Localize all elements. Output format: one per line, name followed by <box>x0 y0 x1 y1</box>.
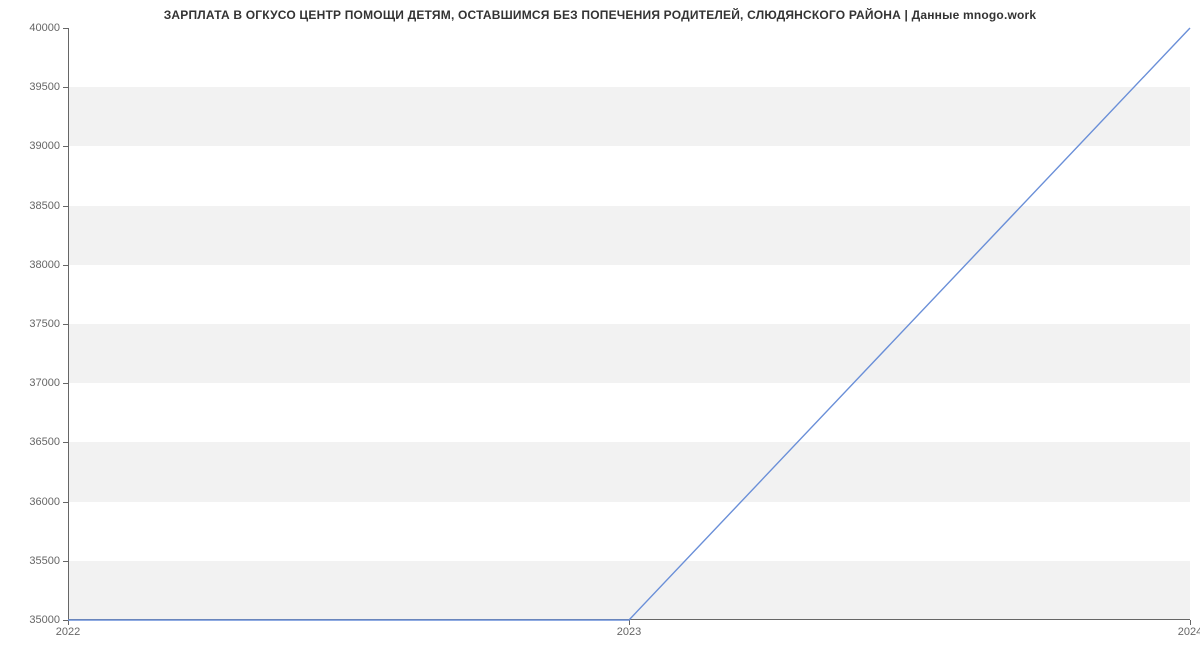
y-tick-label: 36000 <box>29 496 60 508</box>
x-tick-label: 2022 <box>56 626 80 638</box>
y-tick-label: 39500 <box>29 81 60 93</box>
y-tick-label: 37500 <box>29 318 60 330</box>
x-tick-mark <box>629 620 630 625</box>
x-tick-label: 2023 <box>617 626 641 638</box>
y-tick-label: 40000 <box>29 22 60 34</box>
y-tick-label: 38000 <box>29 259 60 271</box>
x-tick-mark <box>1190 620 1191 625</box>
line-series <box>68 28 1190 620</box>
chart-title: ЗАРПЛАТА В ОГКУСО ЦЕНТР ПОМОЩИ ДЕТЯМ, ОС… <box>0 8 1200 22</box>
plot-area: 3500035500360003650037000375003800038500… <box>68 28 1190 620</box>
y-tick-label: 35500 <box>29 555 60 567</box>
y-tick-label: 37000 <box>29 377 60 389</box>
y-tick-label: 38500 <box>29 200 60 212</box>
x-tick-mark <box>68 620 69 625</box>
y-tick-label: 39000 <box>29 140 60 152</box>
x-tick-label: 2024 <box>1178 626 1200 638</box>
y-tick-label: 36500 <box>29 436 60 448</box>
y-tick-label: 35000 <box>29 614 60 626</box>
